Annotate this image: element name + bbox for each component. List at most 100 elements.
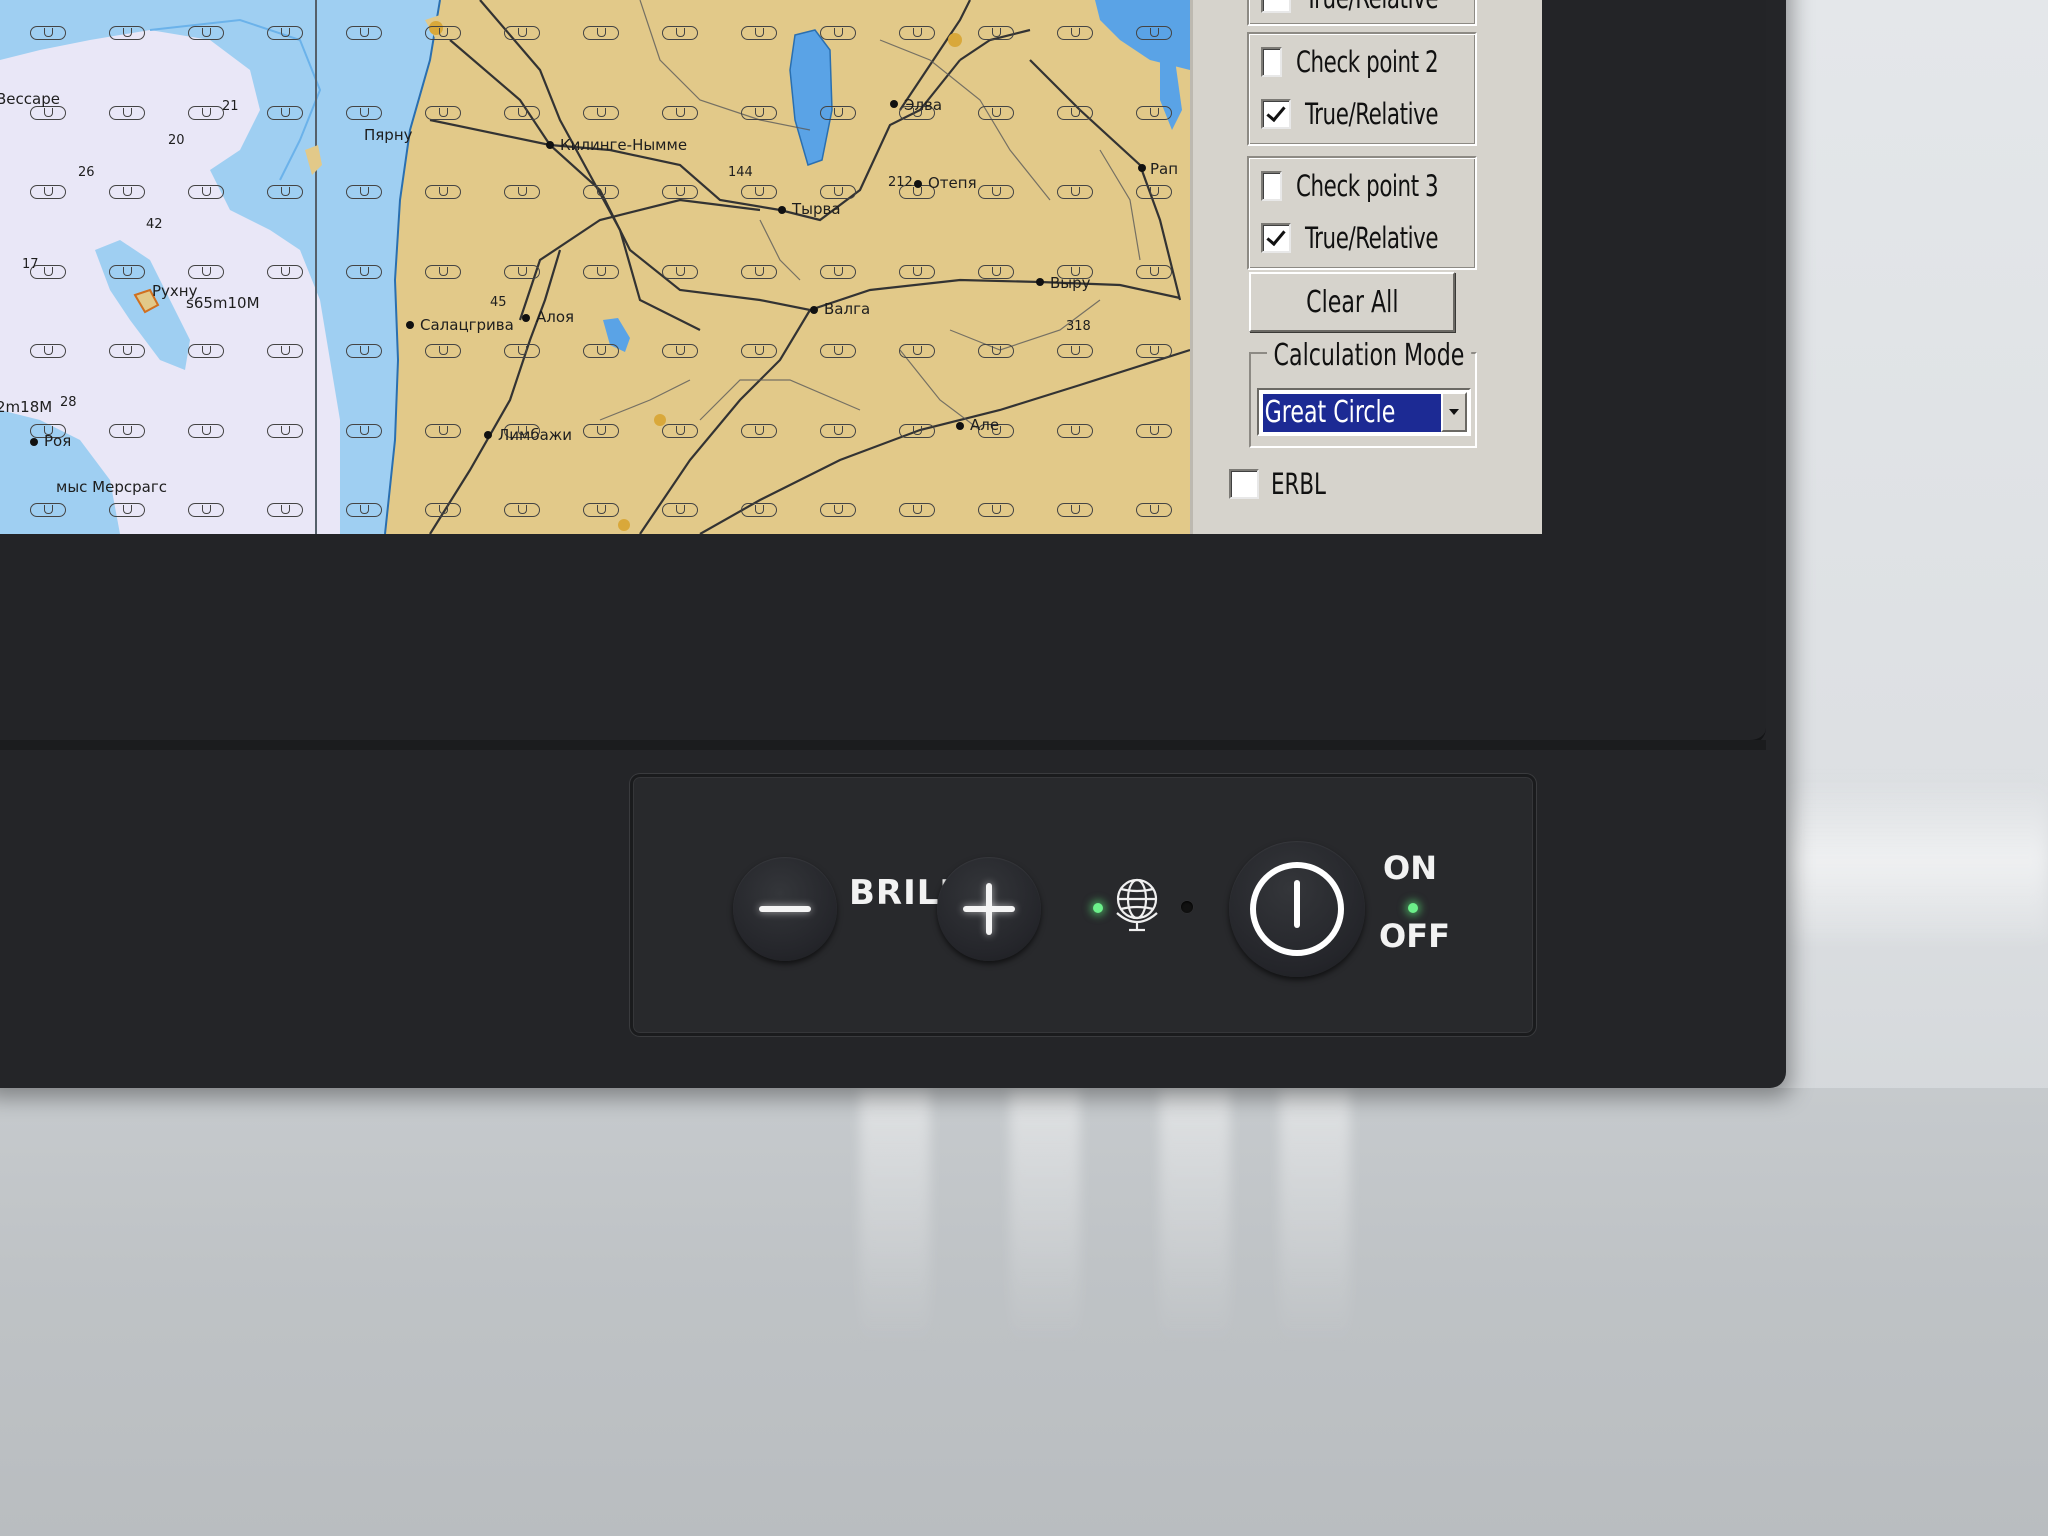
place-label: Выру <box>1050 274 1091 292</box>
buoy-symbol <box>899 26 935 40</box>
buoy-symbol <box>1136 26 1172 40</box>
light-label: s65m10M <box>186 294 260 312</box>
buoy-symbol <box>188 264 224 279</box>
buoy-symbol <box>30 503 66 517</box>
buoy-symbol <box>1136 344 1172 358</box>
buoy-symbol <box>1136 185 1172 199</box>
true-relative-row[interactable]: True/Relative <box>1249 216 1469 260</box>
floor-reflection <box>1010 1088 1080 1348</box>
check-point-2-row[interactable]: Check point 2 <box>1249 40 1469 84</box>
nautical-chart[interactable]: Пярну Килинге-Нымме Элва Отепя Тырва Выр… <box>0 0 1190 534</box>
plus-icon-vertical <box>986 883 992 935</box>
buoy-symbol <box>1136 105 1172 120</box>
buoy-symbol <box>188 423 224 438</box>
brightness-up-button[interactable] <box>937 857 1041 961</box>
true-relative-row[interactable]: True/Relative <box>1249 0 1469 20</box>
buoy-symbol <box>662 503 698 517</box>
depth-label: 26 <box>78 165 95 180</box>
check-point-2-checkbox[interactable] <box>1261 47 1282 77</box>
checkpoint-3-group: Check point 3 True/Relative <box>1247 156 1477 270</box>
calculation-mode-value[interactable]: Great Circle <box>1263 394 1443 432</box>
buoy-symbol <box>583 105 619 120</box>
true-relative-checkbox[interactable] <box>1261 99 1291 129</box>
light-label: 2m18M <box>0 398 53 416</box>
height-label: 318 <box>1066 319 1091 334</box>
buoy-symbol <box>583 423 619 438</box>
town-dot <box>1036 278 1044 286</box>
buoy-symbol <box>583 503 619 517</box>
wall-reflection <box>1786 780 2048 940</box>
power-button[interactable] <box>1229 841 1365 977</box>
place-label: Отепя <box>928 174 977 192</box>
checkpoint-2-group: Check point 2 True/Relative <box>1247 32 1477 146</box>
erbl-label: ERBL <box>1271 467 1326 501</box>
place-label: Салацгрива <box>420 316 514 334</box>
brightness-down-button[interactable] <box>733 857 837 961</box>
buoy-symbol <box>504 503 540 517</box>
buoy-symbol <box>425 105 461 120</box>
height-label: 144 <box>728 165 753 180</box>
town-dot <box>890 100 898 108</box>
settings-panel: True/Relative Check point 2 True/Relativ… <box>1190 0 1542 534</box>
buoy-symbol <box>662 185 698 199</box>
true-relative-label: True/Relative <box>1305 97 1439 131</box>
checkpoint-1-group: True/Relative <box>1247 0 1477 26</box>
buoy-symbol <box>425 344 461 358</box>
erbl-row[interactable]: ERBL <box>1229 462 1338 506</box>
buoy-symbol <box>425 264 461 279</box>
floor-reflection <box>1280 1088 1350 1348</box>
buoy-symbol <box>109 344 145 358</box>
depth-label: 28 <box>60 395 77 410</box>
place-label: Валга <box>824 300 871 318</box>
buoy-symbol <box>899 503 935 517</box>
buoy-symbol <box>741 105 777 120</box>
buoy-symbol <box>346 423 382 438</box>
status-led <box>1093 903 1103 913</box>
buoy-symbol <box>504 185 540 199</box>
buoy-symbol <box>188 26 224 40</box>
buoy-symbol <box>1057 344 1093 358</box>
buoy-symbol <box>267 264 303 279</box>
place-label: Рап <box>1150 160 1179 178</box>
true-relative-row[interactable]: True/Relative <box>1249 92 1469 136</box>
buoy-symbol <box>504 344 540 358</box>
buoy-symbol <box>820 26 856 40</box>
town-dot <box>522 314 530 322</box>
buoy-symbol <box>899 423 935 438</box>
buoy-symbol <box>662 26 698 40</box>
true-relative-label: True/Relative <box>1305 0 1439 15</box>
buoy-symbol <box>188 503 224 517</box>
buoy-symbol <box>978 344 1014 358</box>
buoy-symbol <box>1057 185 1093 199</box>
true-relative-checkbox[interactable] <box>1261 0 1291 13</box>
buoy-symbol <box>741 26 777 40</box>
erbl-checkbox[interactable] <box>1229 469 1259 499</box>
buoy-symbol <box>30 26 66 40</box>
buoy-symbol <box>1136 264 1172 279</box>
buoy-symbol <box>583 26 619 40</box>
check-point-2-label: Check point 2 <box>1295 45 1439 79</box>
town-dot <box>546 141 554 149</box>
town-dot <box>406 321 414 329</box>
sensor-dot <box>1181 901 1193 913</box>
buoy-symbol <box>267 105 303 120</box>
calculation-mode-select[interactable]: Great Circle <box>1257 388 1471 436</box>
buoy-symbol <box>504 26 540 40</box>
buoy-symbol <box>504 105 540 120</box>
true-relative-checkbox[interactable] <box>1261 223 1291 253</box>
buoy-symbol <box>662 264 698 279</box>
buoy-symbol <box>109 105 145 120</box>
chevron-down-icon[interactable] <box>1441 392 1467 432</box>
town-dot <box>956 422 964 430</box>
buoy-symbol <box>346 503 382 517</box>
buoy-symbol <box>820 344 856 358</box>
buoy-symbol <box>267 185 303 199</box>
check-point-3-row[interactable]: Check point 3 <box>1249 164 1469 208</box>
clear-all-label: Clear All <box>1305 284 1399 320</box>
town-dot <box>30 438 38 446</box>
buoy-symbol <box>820 264 856 279</box>
place-label: Элва <box>904 96 943 114</box>
clear-all-button[interactable]: Clear All <box>1249 272 1455 332</box>
buoy-symbol <box>978 503 1014 517</box>
check-point-3-checkbox[interactable] <box>1261 171 1282 201</box>
